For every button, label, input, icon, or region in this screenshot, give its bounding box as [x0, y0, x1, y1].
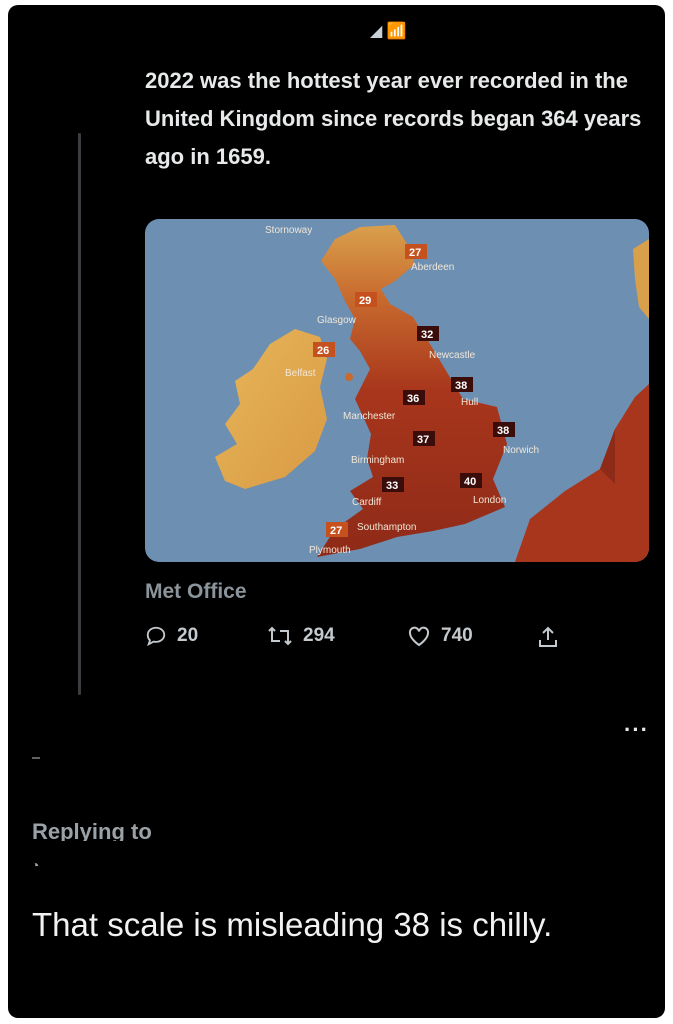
reply-icon — [146, 626, 166, 647]
place-label: Plymouth — [309, 545, 351, 556]
place-label: Southampton — [357, 522, 417, 533]
place-label: Cardiff — [352, 497, 381, 508]
temp-marker: 33 — [382, 477, 404, 492]
temp-marker: 27 — [326, 522, 348, 537]
place-label: Glasgow — [317, 315, 357, 326]
place-label: Hull — [461, 397, 478, 408]
svg-text:38: 38 — [497, 425, 509, 437]
svg-text:29: 29 — [359, 295, 371, 307]
thread-line — [78, 133, 81, 695]
svg-text:37: 37 — [417, 434, 429, 446]
tweet-text: 2022 was the hottest year ever recorded … — [145, 68, 642, 169]
divider — [32, 757, 40, 759]
place-label: Aberdeen — [411, 262, 454, 273]
svg-text:38: 38 — [455, 380, 467, 392]
replying-to-label: Replying to — [32, 819, 152, 841]
retweet-indicator-icon: ◢ 📶 — [370, 23, 407, 40]
uk-temperature-map: Stornoway Aberdeen Glasgow Belfast Newca… — [145, 219, 649, 562]
temp-marker: 32 — [417, 326, 439, 341]
temp-marker: 36 — [403, 390, 425, 405]
avatar-icon: ◔ — [31, 857, 40, 873]
share-icon — [539, 626, 557, 647]
temp-marker: 27 — [405, 244, 427, 259]
svg-text:33: 33 — [386, 480, 398, 492]
tweet-actions: 20 294 740 — [145, 625, 575, 655]
reply-text: That scale is misleading 38 is chilly. — [32, 906, 553, 943]
retweet-count: 294 — [303, 625, 335, 646]
place-label: Belfast — [285, 368, 316, 379]
place-label: Birmingham — [351, 455, 404, 466]
map-source-label: Met Office — [145, 580, 247, 603]
retweet-button[interactable]: 294 — [267, 625, 335, 647]
svg-text:36: 36 — [407, 393, 419, 405]
temp-marker: 38 — [451, 377, 473, 392]
like-count: 740 — [441, 625, 473, 646]
svg-text:27: 27 — [409, 247, 421, 259]
svg-text:26: 26 — [317, 345, 329, 357]
like-button[interactable]: 740 — [407, 625, 473, 647]
place-label: Newcastle — [429, 350, 476, 361]
more-icon[interactable]: ··· — [624, 717, 649, 743]
temp-marker: 26 — [313, 342, 335, 357]
share-button[interactable] — [537, 625, 559, 649]
reply-count: 20 — [177, 625, 199, 646]
svg-text:32: 32 — [421, 329, 433, 341]
place-label: London — [473, 495, 506, 506]
tweet-map-image[interactable]: Stornoway Aberdeen Glasgow Belfast Newca… — [145, 219, 649, 562]
temp-marker: 37 — [413, 431, 435, 446]
like-icon — [408, 626, 430, 647]
svg-text:27: 27 — [330, 525, 342, 537]
retweet-icon — [268, 626, 292, 646]
temp-marker: 29 — [355, 292, 377, 307]
place-label: Norwich — [503, 445, 539, 456]
svg-text:40: 40 — [464, 476, 476, 488]
temp-marker: 38 — [493, 422, 515, 437]
place-label: Stornoway — [265, 225, 312, 236]
temp-marker: 40 — [460, 473, 482, 488]
reply-button[interactable]: 20 — [145, 625, 198, 647]
place-label: Manchester — [343, 411, 396, 422]
screenshot-frame: ◢ 📶 2022 was the hottest year ever recor… — [8, 5, 665, 1018]
